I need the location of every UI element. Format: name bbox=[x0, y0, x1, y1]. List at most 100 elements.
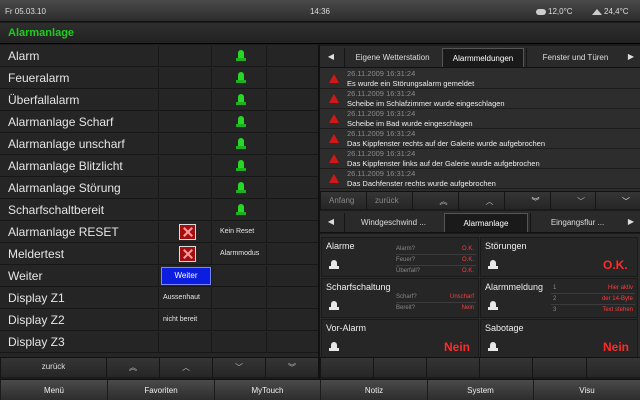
state-row: Display Z2 nicht bereit bbox=[0, 310, 318, 331]
back-label: zurück bbox=[41, 362, 66, 371]
page-down-button[interactable]: ﹀ bbox=[212, 358, 265, 378]
right-nav-bar bbox=[320, 357, 640, 378]
scharf-key: Scharf? bbox=[396, 294, 417, 300]
page-first-button[interactable]: ︽ bbox=[106, 358, 159, 378]
message-text: Das Dachfenster rechts wurde aufgebroche… bbox=[347, 179, 496, 188]
state-col-1[interactable] bbox=[158, 244, 211, 264]
tabs-right-arrow-icon[interactable]: ▶ bbox=[626, 52, 636, 61]
msg-bottom-button[interactable]: ︾ bbox=[504, 192, 550, 210]
page-up-button[interactable]: ︿ bbox=[159, 358, 212, 378]
tab-windows-doors[interactable]: Fenster und Türen bbox=[526, 48, 624, 67]
state-row: Display Z3 bbox=[0, 332, 318, 353]
red-x-icon[interactable] bbox=[179, 246, 196, 262]
tabs-left-arrow-icon[interactable]: ◀ bbox=[326, 52, 336, 61]
state-col-1[interactable] bbox=[158, 112, 211, 132]
alarm-status-grid: Alarme Alarm? O.K. Feuer? O.K. Überfall?… bbox=[320, 234, 640, 362]
state-label: Überfallalarm bbox=[8, 93, 80, 107]
message-timestamp: 26.11.2009 16:31:24 bbox=[347, 129, 416, 138]
outdoor-temp: 12,0°C bbox=[536, 7, 573, 16]
state-col-1[interactable] bbox=[158, 332, 211, 352]
state-col-1[interactable]: Weiter bbox=[158, 266, 211, 286]
tab-entrance[interactable]: Eingangsflur ... bbox=[530, 213, 624, 232]
mytouch-button[interactable]: MyTouch bbox=[214, 380, 320, 400]
right-nav-btn-6[interactable] bbox=[586, 358, 640, 378]
state-col-1[interactable] bbox=[158, 90, 211, 110]
right-nav-btn-5[interactable] bbox=[532, 358, 586, 378]
message-item[interactable]: 26.11.2009 16:31:24 Es wurde ein Störungs… bbox=[320, 69, 640, 89]
weiter-button[interactable]: Weiter bbox=[161, 267, 211, 285]
state-col-1[interactable] bbox=[158, 46, 211, 66]
state-label: Alarmanlage Blitzlicht bbox=[8, 159, 123, 173]
state-col-1[interactable] bbox=[158, 178, 211, 198]
state-col-1[interactable] bbox=[158, 200, 211, 220]
meldung-1-value: Hier aktiv bbox=[607, 285, 633, 291]
page-last-button[interactable]: ︾ bbox=[265, 358, 318, 378]
tab-wind[interactable]: Windgeschwind ... bbox=[344, 213, 442, 232]
tabs2-right-arrow-icon[interactable]: ▶ bbox=[626, 217, 636, 226]
red-x-icon[interactable] bbox=[179, 224, 196, 240]
back-button[interactable]: zurück bbox=[0, 358, 106, 378]
system-button[interactable]: System bbox=[427, 380, 533, 400]
title-bar: Alarmanlage bbox=[0, 23, 640, 44]
right-nav-btn-4[interactable] bbox=[479, 358, 532, 378]
warning-icon bbox=[329, 94, 339, 103]
msg-top-button[interactable]: ︽ bbox=[412, 192, 458, 210]
double-down-icon: ︾ bbox=[288, 363, 296, 372]
tab-alarm-system[interactable]: Alarmanlage bbox=[444, 213, 528, 232]
up-icon: ︿ bbox=[182, 363, 190, 372]
state-col-2 bbox=[211, 156, 266, 176]
right-nav-btn-3[interactable] bbox=[426, 358, 479, 378]
state-col-3 bbox=[266, 310, 318, 330]
panel-sabotage-title: Sabotage bbox=[485, 323, 524, 333]
message-item[interactable]: 26.11.2009 16:31:24 Das Kippfenster recht… bbox=[320, 129, 640, 149]
message-tabs: ◀ Eigene Wetterstation Alarmmeldungen Fe… bbox=[320, 46, 640, 68]
message-item[interactable]: 26.11.2009 16:31:24 Das Kippfenster links… bbox=[320, 149, 640, 169]
tab-weather[interactable]: Eigene Wetterstation bbox=[344, 48, 440, 67]
state-col-1[interactable] bbox=[158, 68, 211, 88]
state-col-1[interactable] bbox=[158, 156, 211, 176]
state-row: Alarmanlage Scharf bbox=[0, 112, 318, 133]
state-col-1[interactable]: nicht bereit bbox=[158, 310, 211, 330]
tabs2-left-arrow-icon[interactable]: ◀ bbox=[326, 217, 336, 226]
right-nav-btn-1[interactable] bbox=[320, 358, 373, 378]
state-row: Weiter Weiter bbox=[0, 266, 318, 287]
message-nav-bar: Anfang zurück ︽ ︿ ︾ ﹀ ﹀ bbox=[320, 191, 640, 210]
msg-back-button[interactable]: zurück bbox=[366, 192, 412, 210]
menu-button[interactable]: Menü bbox=[0, 380, 107, 400]
message-item[interactable]: 26.11.2009 16:31:24 Scheibe im Schlafzimm… bbox=[320, 89, 640, 109]
voralarm-value: Nein bbox=[444, 340, 471, 354]
tab-alarm-messages[interactable]: Alarmmeldungen bbox=[442, 48, 524, 67]
green-bell-icon bbox=[236, 182, 246, 194]
panel-stoerungen: Störungen O.K. bbox=[480, 237, 638, 277]
green-bell-icon bbox=[236, 50, 246, 62]
indoor-temp: 24,4°C bbox=[592, 7, 629, 16]
notiz-button[interactable]: Notiz bbox=[320, 380, 427, 400]
state-row: Meldertest Alarmmodus bbox=[0, 244, 318, 265]
state-col-2 bbox=[211, 310, 266, 330]
message-timestamp: 26.11.2009 16:31:24 bbox=[347, 69, 416, 78]
state-label: Display Z1 bbox=[8, 291, 65, 305]
meldung-2-key: 2 bbox=[553, 296, 557, 302]
message-text: Scheibe im Schlafzimmer wurde eingeschla… bbox=[347, 99, 505, 108]
msg-end-button[interactable]: ﹀ bbox=[595, 192, 640, 210]
panel-alarmmeldung: Alarmmeldung 1 Hier aktiv 2 der 14-Byte … bbox=[480, 278, 638, 318]
visu-button[interactable]: Visu bbox=[533, 380, 640, 400]
state-row: Scharfschaltbereit bbox=[0, 200, 318, 221]
message-item[interactable]: 26.11.2009 16:31:24 Scheibe im Bad wurde … bbox=[320, 109, 640, 129]
msg-up-button[interactable]: ︿ bbox=[458, 192, 504, 210]
state-col-1[interactable] bbox=[158, 222, 211, 242]
state-col-3 bbox=[266, 178, 318, 198]
right-nav-btn-2[interactable] bbox=[373, 358, 426, 378]
message-item[interactable]: 26.11.2009 16:31:24 Das Dachfenster recht… bbox=[320, 169, 640, 189]
state-row: Alarmanlage unscharf bbox=[0, 134, 318, 155]
state-label: Meldertest bbox=[8, 247, 65, 261]
state-col-2 bbox=[211, 68, 266, 88]
state-col-1[interactable] bbox=[158, 134, 211, 154]
favorites-button[interactable]: Favoriten bbox=[107, 380, 214, 400]
outdoor-temp-value: 12,0°C bbox=[548, 7, 573, 16]
msg-back-label: zurück bbox=[375, 196, 399, 205]
msg-next-button[interactable]: ﹀ bbox=[550, 192, 595, 210]
state-row: Alarmanlage Blitzlicht bbox=[0, 156, 318, 177]
start-button[interactable]: Anfang bbox=[320, 192, 366, 210]
state-col-1[interactable]: Aussenhaut bbox=[158, 288, 211, 308]
